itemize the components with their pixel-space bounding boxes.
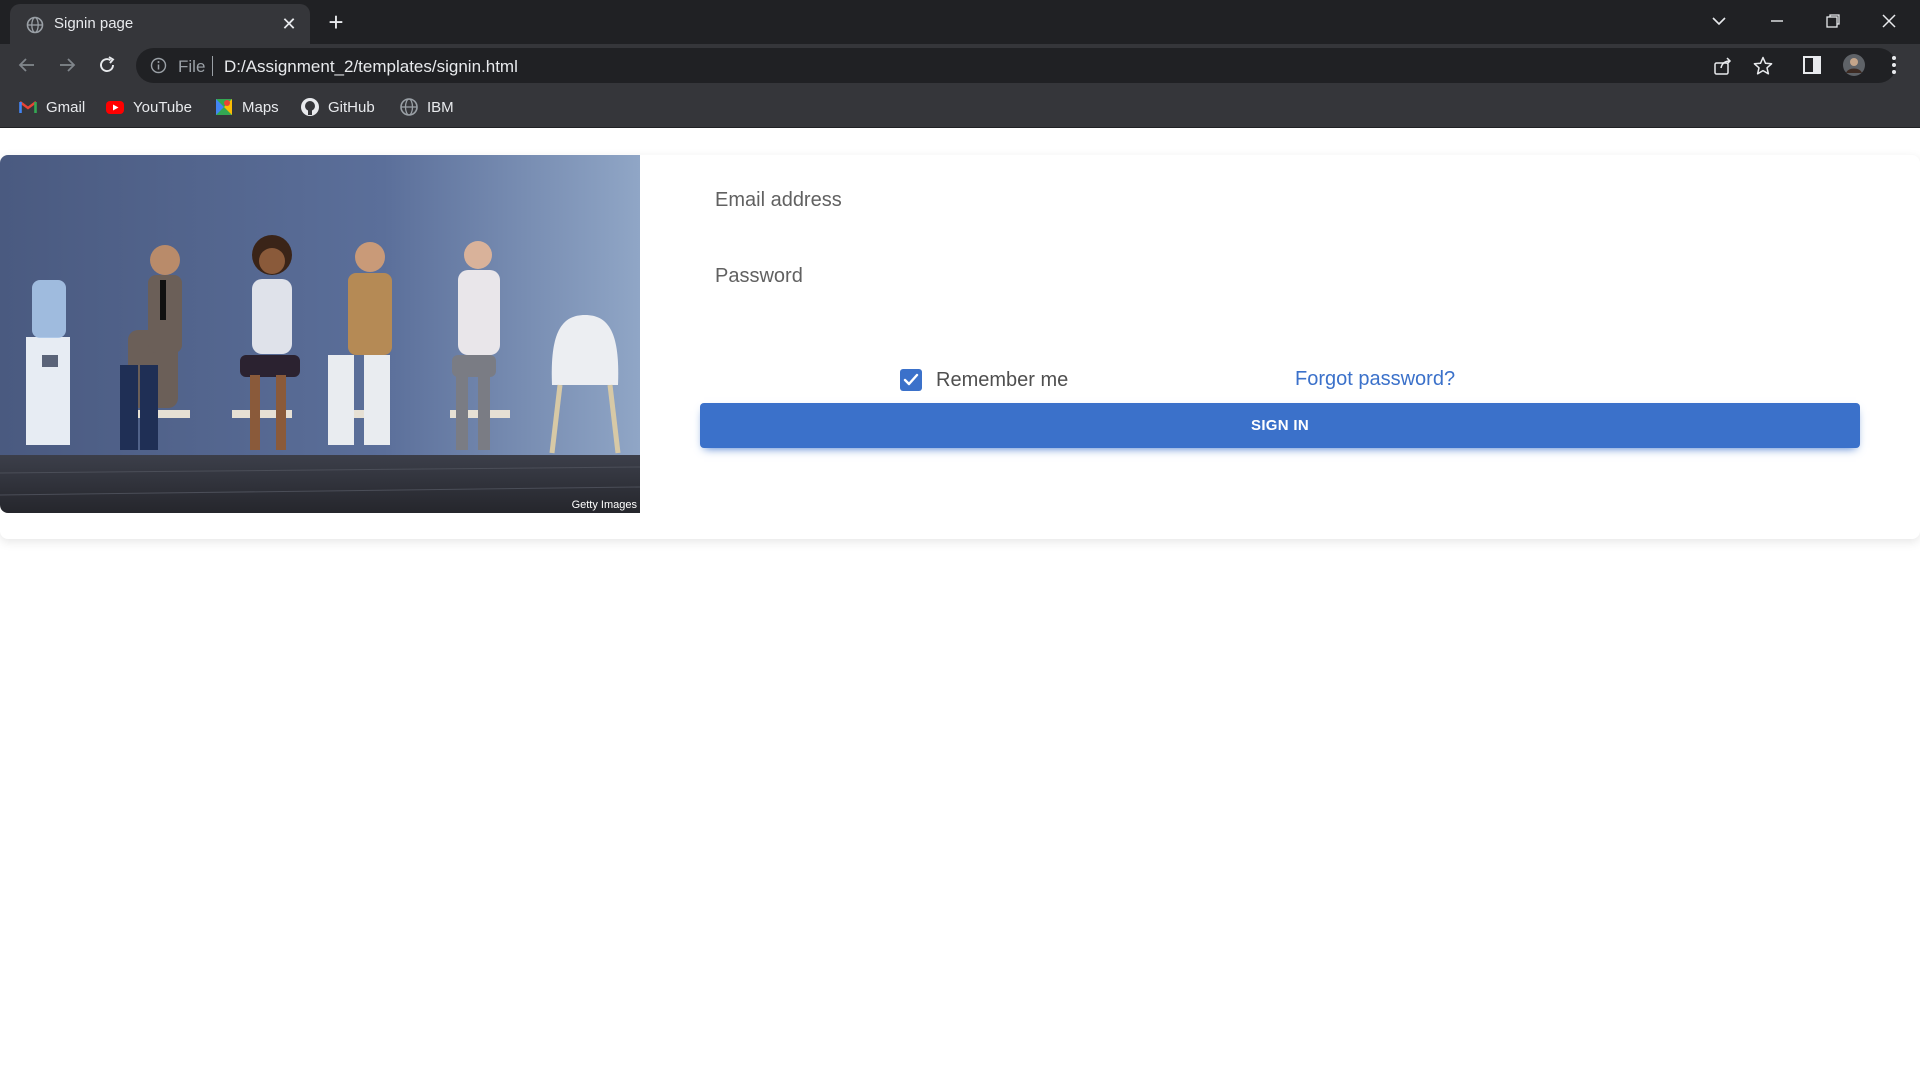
maps-icon [216, 99, 232, 115]
office-waiting-room-photo: Getty Images [0, 155, 640, 513]
close-icon[interactable]: ✕ [278, 13, 300, 35]
forward-icon[interactable] [52, 50, 82, 80]
sign-in-button[interactable]: SIGN IN [700, 403, 1860, 448]
bookmark-label: IBM [427, 98, 454, 116]
bookmark-label: Maps [242, 98, 279, 116]
globe-icon [26, 16, 44, 34]
bookmark-label: Gmail [46, 98, 86, 116]
divider [212, 56, 213, 76]
gmail-icon [19, 101, 37, 113]
password-field-wrapper [700, 249, 1860, 303]
tab-title: Signin page [54, 15, 134, 32]
bookmark-github[interactable]: GitHub [300, 96, 375, 118]
signin-card: Getty Images Remember me Forgot password… [0, 155, 1920, 539]
email-field-wrapper [700, 173, 1860, 227]
checkbox-checked-icon[interactable] [900, 369, 922, 391]
side-panel-icon[interactable] [1800, 53, 1824, 77]
bookmarks-bar: Gmail YouTube Maps GitHub IBM [0, 86, 1920, 128]
photo-credit: Getty Images [571, 499, 637, 511]
browser-toolbar: File D:/Assignment_2/templates/signin.ht… [0, 44, 1920, 86]
bookmark-label: YouTube [133, 98, 192, 116]
close-window-icon[interactable] [1872, 6, 1906, 36]
page-body: Getty Images Remember me Forgot password… [0, 129, 1920, 1078]
remember-me-checkbox[interactable]: Remember me [900, 367, 1068, 393]
bookmark-ibm[interactable]: IBM [399, 96, 454, 118]
bookmark-label: GitHub [328, 98, 375, 116]
browser-tab[interactable]: Signin page ✕ [10, 4, 310, 44]
bookmark-gmail[interactable]: Gmail [18, 96, 85, 118]
globe-icon [400, 98, 418, 116]
more-menu-icon[interactable] [1882, 53, 1906, 77]
browser-titlebar: Signin page ✕ + [0, 0, 1920, 44]
forgot-password-link[interactable]: Forgot password? [1295, 368, 1455, 391]
url-text[interactable]: D:/Assignment_2/templates/signin.html [224, 57, 518, 77]
back-icon[interactable] [12, 50, 42, 80]
url-scheme: File [178, 57, 206, 76]
email-field[interactable] [700, 173, 1860, 227]
address-bar[interactable]: File D:/Assignment_2/templates/signin.ht… [136, 48, 1896, 83]
bookmark-youtube[interactable]: YouTube [105, 96, 192, 118]
github-icon [301, 98, 319, 116]
password-field[interactable] [700, 249, 1860, 303]
tab-search-icon[interactable] [1702, 6, 1736, 36]
bookmark-star-icon[interactable] [1752, 55, 1774, 77]
reload-icon[interactable] [92, 50, 122, 80]
share-icon[interactable] [1712, 55, 1734, 77]
youtube-icon [106, 101, 124, 114]
avatar[interactable] [1842, 53, 1866, 77]
remember-me-label: Remember me [936, 368, 1069, 391]
minimize-icon[interactable] [1760, 6, 1794, 36]
restore-icon[interactable] [1816, 6, 1850, 36]
info-icon[interactable] [150, 57, 167, 74]
new-tab-button[interactable]: + [322, 9, 350, 37]
bookmark-maps[interactable]: Maps [214, 96, 279, 118]
